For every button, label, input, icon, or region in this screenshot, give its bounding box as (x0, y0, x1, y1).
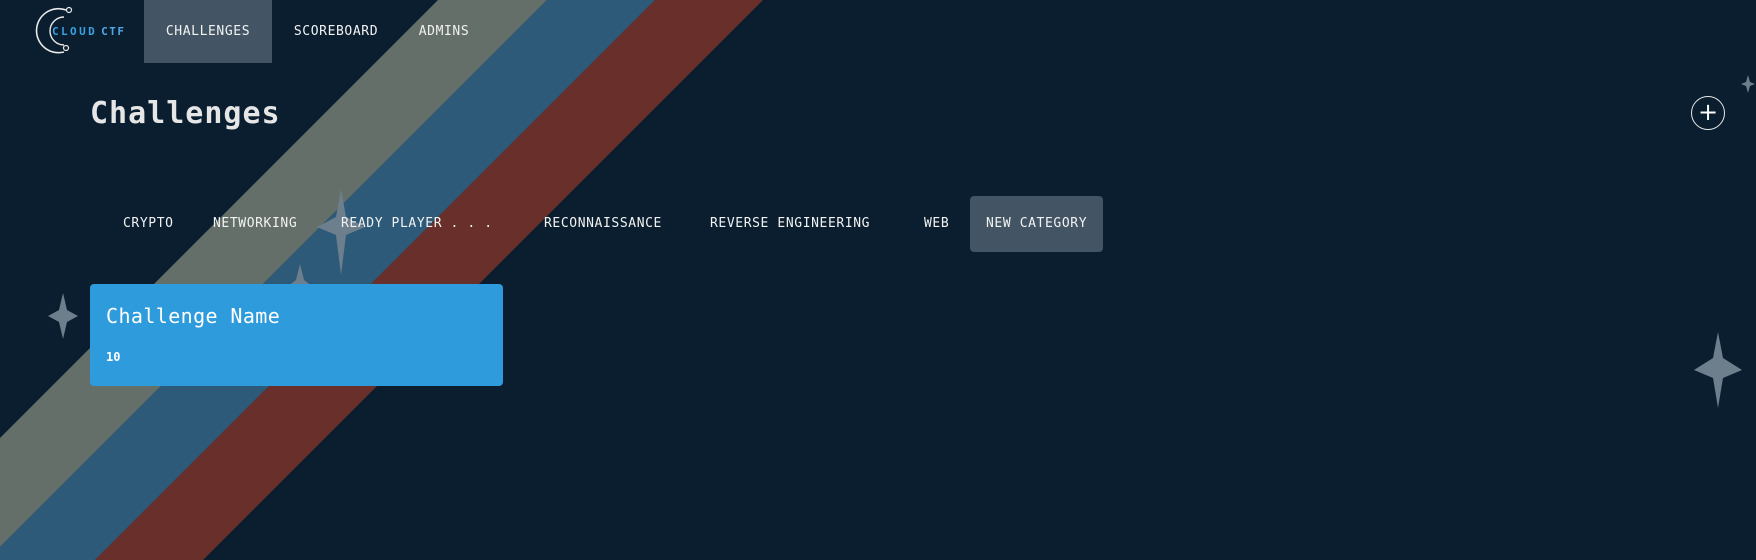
challenge-card[interactable]: Challenge Name 10 (90, 284, 503, 386)
cloud-ctf-logo[interactable]: CLOUD CTF (34, 4, 134, 58)
logo-text-cloud: CLOUD (52, 25, 98, 38)
category-tab-networking[interactable]: NETWORKING (213, 196, 297, 252)
sparkle-icon (1741, 75, 1755, 93)
category-tab-web[interactable]: WEB (924, 196, 949, 252)
challenge-points: 10 (106, 350, 121, 364)
category-tab-ready-player[interactable]: READY PLAYER . . . (341, 196, 493, 252)
stripe-blue (0, 0, 655, 560)
add-challenge-button[interactable]: + (1691, 96, 1725, 130)
page: CLOUD CTF CHALLENGES SCOREBOARD ADMINS Ch… (0, 0, 1756, 560)
nav-scoreboard[interactable]: SCOREBOARD (272, 0, 400, 63)
page-title: Challenges (90, 96, 281, 131)
challenge-name: Challenge Name (106, 304, 281, 328)
nav-admins[interactable]: ADMINS (404, 0, 484, 63)
category-tab-reconnaissance[interactable]: RECONNAISSANCE (544, 196, 662, 252)
category-tab-crypto[interactable]: CRYPTO (123, 196, 174, 252)
plus-icon: + (1697, 98, 1719, 126)
background-decor (0, 0, 1755, 560)
category-tab-new-category[interactable]: NEW CATEGORY (970, 196, 1104, 252)
sparkle-icon (48, 293, 78, 339)
nav-challenges[interactable]: CHALLENGES (144, 0, 272, 63)
logo-text-ctf: CTF (101, 25, 126, 38)
category-tab-reverse-engineering[interactable]: REVERSE ENGINEERING (710, 196, 870, 252)
logo-text: CLOUD CTF (52, 25, 126, 38)
sparkle-icon (1694, 332, 1742, 408)
